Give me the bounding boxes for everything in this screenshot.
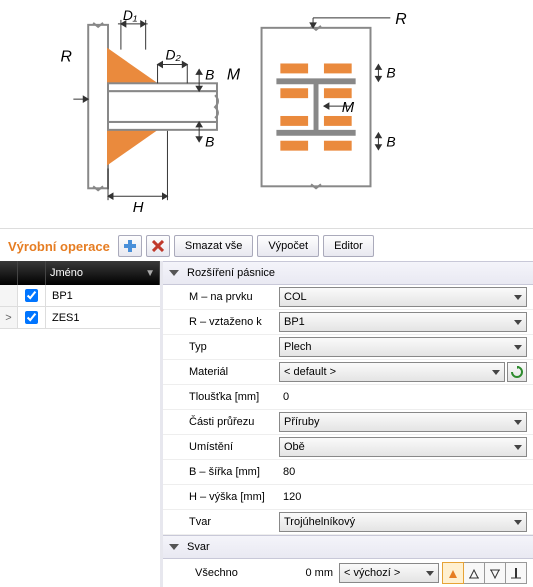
weld-type-1-icon[interactable]	[442, 562, 464, 584]
row-checkbox[interactable]	[25, 311, 38, 324]
weld-value[interactable]: 0 mm	[269, 567, 339, 579]
section-title: Rozšíření pásnice	[187, 267, 275, 279]
weld-type-4-icon[interactable]	[505, 562, 527, 584]
svg-text:R: R	[395, 11, 406, 28]
type-dropdown[interactable]: Plech	[279, 337, 527, 357]
grid-header: Jméno ▼	[0, 261, 160, 285]
location-dropdown[interactable]: Obě	[279, 437, 527, 457]
prop-label: Tvar	[163, 516, 279, 528]
prop-label: Typ	[163, 341, 279, 353]
prop-label: Tloušťka [mm]	[163, 391, 279, 403]
row-name: ZES1	[46, 312, 160, 324]
prop-label: Umístění	[163, 441, 279, 453]
prop-label: Materiál	[163, 366, 279, 378]
m-dropdown[interactable]: COL	[279, 287, 527, 307]
svg-text:B: B	[205, 134, 214, 150]
section-header[interactable]: Svar	[163, 535, 533, 559]
svg-text:D₂: D₂	[165, 47, 181, 63]
thickness-value[interactable]: 0	[279, 391, 289, 403]
b-value[interactable]: 80	[279, 466, 295, 478]
h-value[interactable]: 120	[279, 491, 301, 503]
shape-dropdown[interactable]: Trojúhelníkový	[279, 512, 527, 532]
col-name-header: Jméno	[50, 267, 83, 279]
clear-all-button[interactable]: Smazat vše	[174, 235, 253, 257]
prop-label: B – šířka [mm]	[163, 466, 279, 478]
svg-text:H: H	[133, 200, 144, 216]
calculate-button[interactable]: Výpočet	[257, 235, 319, 257]
prop-label: H – výška [mm]	[163, 491, 279, 503]
parts-dropdown[interactable]: Příruby	[279, 412, 527, 432]
row-checkbox[interactable]	[25, 289, 38, 302]
filter-icon[interactable]: ▼	[145, 268, 155, 279]
svg-text:D₁: D₁	[123, 10, 138, 23]
table-row[interactable]: BP1	[0, 285, 160, 307]
svg-text:B: B	[205, 66, 214, 82]
table-row[interactable]: > ZES1	[0, 307, 160, 329]
collapse-icon	[169, 544, 179, 550]
operations-grid: Jméno ▼ BP1 > ZES1	[0, 261, 163, 587]
delete-button[interactable]	[146, 235, 170, 257]
prop-label: R – vztaženo k	[163, 316, 279, 328]
svg-text:R: R	[60, 49, 71, 66]
add-button[interactable]	[118, 235, 142, 257]
properties-panel: Rozšíření pásnice M – na prvku COL R – v…	[163, 261, 533, 587]
svg-text:B: B	[386, 134, 395, 150]
collapse-icon	[169, 270, 179, 276]
weld-type-2-icon[interactable]	[463, 562, 485, 584]
svg-text:B: B	[386, 64, 395, 80]
diagram-panel: R D₁ D₂ B B M H R B B M	[0, 0, 533, 228]
section-title: Svar	[187, 541, 210, 553]
editor-button[interactable]: Editor	[323, 235, 374, 257]
prop-label: M – na prvku	[163, 291, 279, 303]
section-header[interactable]: Rozšíření pásnice	[163, 261, 533, 285]
weld-all-label: Všechno	[169, 567, 269, 579]
svg-text:M: M	[342, 100, 355, 116]
toolbar: Výrobní operace Smazat vše Výpočet Edito…	[0, 228, 533, 261]
svg-text:M: M	[227, 66, 241, 83]
prop-label: Části průřezu	[163, 416, 279, 428]
material-refresh-button[interactable]	[507, 362, 527, 382]
schematic-diagram: R D₁ D₂ B B M H R B B M	[10, 10, 523, 218]
weld-dropdown[interactable]: < výchozí >	[339, 563, 439, 583]
r-dropdown[interactable]: BP1	[279, 312, 527, 332]
row-name: BP1	[46, 290, 160, 302]
toolbar-title: Výrobní operace	[8, 239, 110, 254]
weld-type-icons	[443, 562, 527, 584]
material-dropdown[interactable]: < default >	[279, 362, 505, 382]
weld-type-3-icon[interactable]	[484, 562, 506, 584]
row-selector-icon: >	[0, 307, 18, 328]
